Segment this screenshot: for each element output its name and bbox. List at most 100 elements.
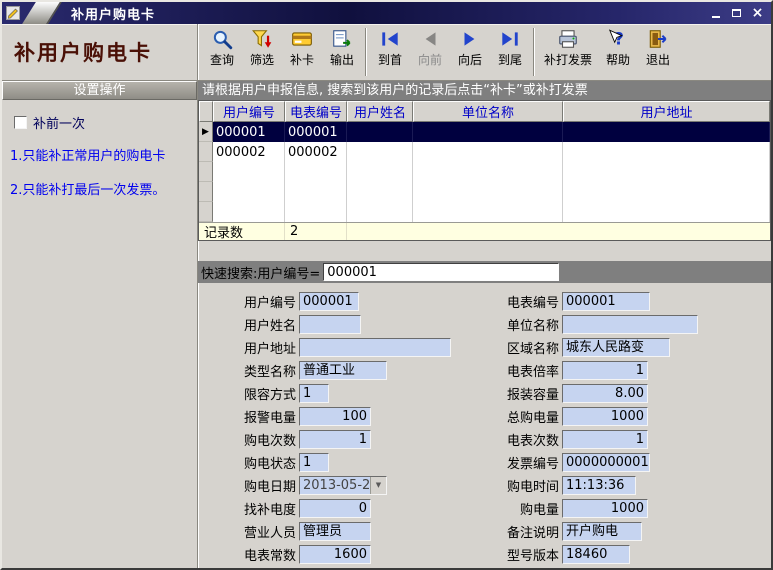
maximize-button[interactable]: [728, 6, 745, 21]
form-field: 购电时间11:13:36: [475, 476, 636, 495]
search-input[interactable]: [323, 263, 559, 281]
instruction-bar: 请根据用户申报信息, 搜索到该用户的记录后点击“补卡”或补打发票: [198, 81, 771, 100]
search-label: 快速搜索:用户编号=: [201, 263, 320, 282]
form-row: 报警电量100总购电量1000: [218, 406, 771, 426]
form-field: 型号版本18460: [475, 545, 630, 564]
form-label: 区域名称: [475, 338, 559, 357]
table-footer: 记录数2: [199, 222, 770, 240]
form-input[interactable]: [299, 338, 451, 357]
form-input[interactable]: 1600: [299, 545, 371, 564]
form-input[interactable]: [562, 315, 698, 334]
form-field: 电表倍率1: [475, 361, 648, 380]
form-field: 限容方式1: [218, 384, 475, 403]
grid-cell[interactable]: [347, 142, 413, 162]
grid-cell: [285, 162, 347, 182]
grid-cell[interactable]: 000002: [285, 142, 347, 162]
row-indicator: [199, 182, 213, 202]
form-input[interactable]: 1: [562, 430, 648, 449]
form-input[interactable]: 2013-05-25▼: [299, 476, 387, 495]
toolbar-button-label: 输出: [330, 51, 354, 68]
footer-spacer: [347, 223, 770, 240]
form-row: 购电日期2013-05-25▼ 购电时间11:13:36: [218, 475, 771, 495]
grid-cell[interactable]: [347, 122, 413, 142]
user-table: 用户编号电表编号用户姓名单位名称用户地址▶0000010000010000020…: [198, 100, 771, 241]
grid-cell[interactable]: [413, 122, 563, 142]
toolbar-button-label: 帮助: [606, 51, 630, 68]
toolbar-button-next[interactable]: 向后: [450, 24, 490, 80]
form-field: 报警电量100: [218, 407, 475, 426]
chevron-down-icon[interactable]: ▼: [370, 477, 386, 494]
form-input[interactable]: 城东人民路变: [562, 338, 670, 357]
filter-icon: [251, 28, 273, 50]
grid-cell[interactable]: 000002: [213, 142, 285, 162]
toolbar-button-filter[interactable]: 筛选: [242, 24, 282, 80]
column-header[interactable]: 用户姓名: [347, 101, 413, 122]
app-window: 补用户购电卡 × 补用户购电卡 查询筛选补卡输出到首向前向后到尾补打发票?帮助退…: [0, 0, 773, 570]
table-row[interactable]: 000002000002: [199, 142, 770, 162]
form-field: 营业人员管理员: [218, 522, 475, 541]
form-input[interactable]: 管理员: [299, 522, 371, 541]
toolbar-buttons: 查询筛选补卡输出到首向前向后到尾补打发票?帮助退出: [198, 24, 678, 80]
grid-cell[interactable]: [563, 142, 770, 162]
checkbox-icon[interactable]: [14, 116, 27, 129]
toolbar-button-exit[interactable]: 退出: [638, 24, 678, 80]
form-input[interactable]: 1: [299, 453, 329, 472]
form-input[interactable]: 11:13:36: [562, 476, 636, 495]
column-header[interactable]: 用户编号: [213, 101, 285, 122]
column-header[interactable]: 用户地址: [563, 101, 770, 122]
prev-icon: [419, 28, 441, 50]
toolbar-button-prev[interactable]: 向前: [410, 24, 450, 80]
form-input[interactable]: 18460: [562, 545, 630, 564]
toolbar-button-invoice[interactable]: 补打发票: [538, 24, 598, 80]
column-header[interactable]: 电表编号: [285, 101, 347, 122]
form-input[interactable]: 8.00: [562, 384, 648, 403]
toolbar-button-card[interactable]: 补卡: [282, 24, 322, 80]
form-input[interactable]: 1: [299, 430, 371, 449]
form-field: 备注说明开户购电: [475, 522, 642, 541]
toolbar-button-label: 到尾: [498, 51, 522, 68]
form-input[interactable]: 1000: [562, 499, 648, 518]
checkbox-row-previous-time[interactable]: 补前一次: [14, 113, 197, 132]
form-input[interactable]: 0: [299, 499, 371, 518]
form-label: 购电日期: [218, 476, 296, 495]
toolbar-separator: [533, 28, 535, 76]
grid-cell: [347, 162, 413, 182]
form-row: 用户地址 区域名称城东人民路变: [218, 337, 771, 357]
table-header-row: 用户编号电表编号用户姓名单位名称用户地址: [199, 101, 770, 122]
titlebar[interactable]: 补用户购电卡 ×: [2, 2, 771, 24]
form-input[interactable]: 000001: [299, 292, 359, 311]
form-input[interactable]: 1000: [562, 407, 648, 426]
grid-cell: [413, 182, 563, 202]
form-input[interactable]: 普通工业: [299, 361, 387, 380]
form-label: 备注说明: [475, 522, 559, 541]
form-input[interactable]: 0000000001: [562, 453, 650, 472]
toolbar-button-export[interactable]: 输出: [322, 24, 362, 80]
form-label: 型号版本: [475, 545, 559, 564]
form-input[interactable]: 000001: [562, 292, 650, 311]
grid-cell[interactable]: [413, 142, 563, 162]
grid-cell[interactable]: [563, 122, 770, 142]
toolbar-button-search[interactable]: 查询: [202, 24, 242, 80]
toolbar-button-last[interactable]: 到尾: [490, 24, 530, 80]
grid-cell: [413, 162, 563, 182]
row-indicator: [199, 202, 213, 222]
form-input[interactable]: 1: [562, 361, 648, 380]
grid-cell[interactable]: 000001: [285, 122, 347, 142]
toolbar-button-first[interactable]: 到首: [370, 24, 410, 80]
form-label: 用户地址: [218, 338, 296, 357]
form-input[interactable]: [299, 315, 361, 334]
grid-cell[interactable]: 000001: [213, 122, 285, 142]
column-header[interactable]: 单位名称: [413, 101, 563, 122]
close-button[interactable]: ×: [749, 6, 766, 21]
form-field: 类型名称普通工业: [218, 361, 475, 380]
grid-cell: [285, 182, 347, 202]
grid-cell: [347, 182, 413, 202]
minimize-button[interactable]: [707, 6, 724, 21]
grid-cell: [213, 162, 285, 182]
table-row[interactable]: ▶000001000001: [199, 122, 770, 142]
form-input[interactable]: 100: [299, 407, 371, 426]
toolbar-button-help[interactable]: ?帮助: [598, 24, 638, 80]
form-input[interactable]: 开户购电: [562, 522, 642, 541]
close-icon: ×: [752, 6, 764, 20]
form-input[interactable]: 1: [299, 384, 329, 403]
